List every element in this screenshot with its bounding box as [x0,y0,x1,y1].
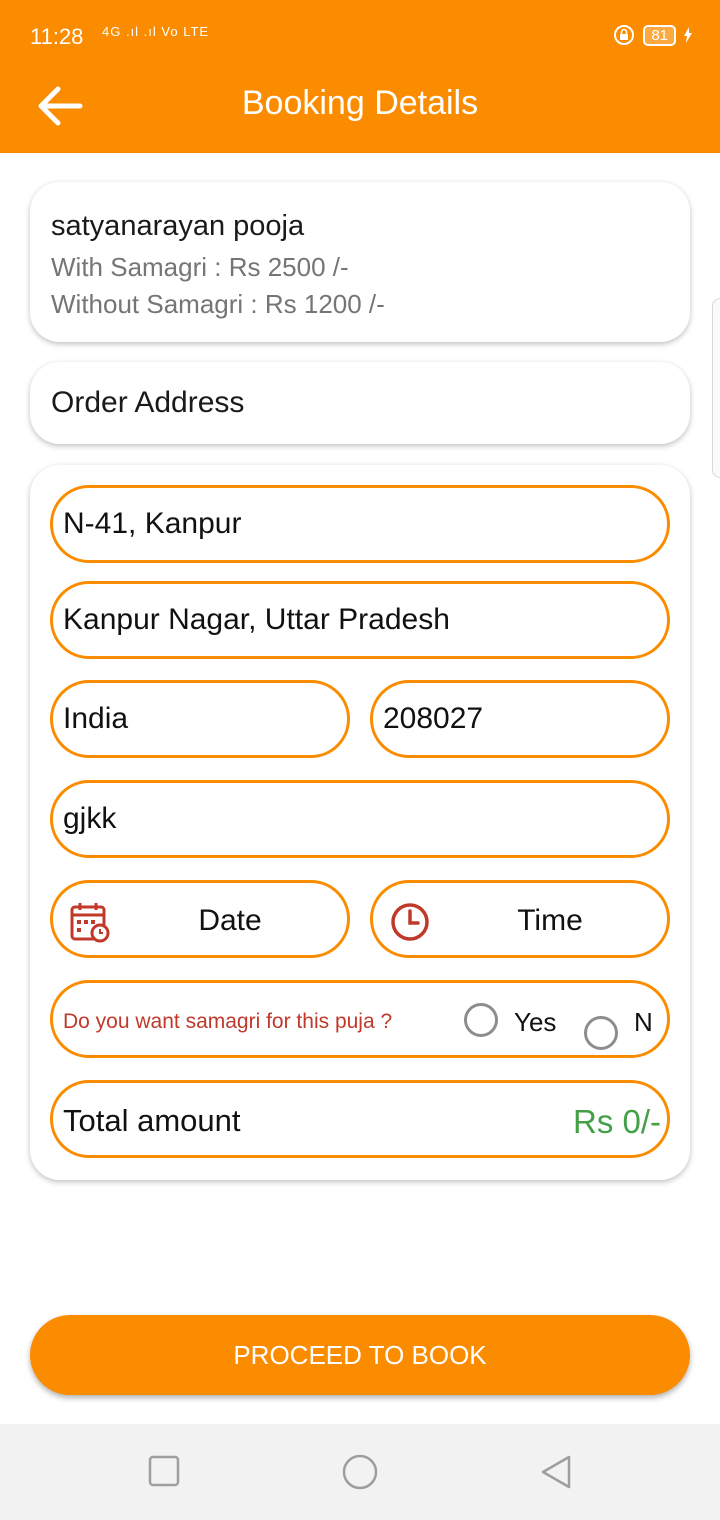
status-time: 11:28 [30,24,84,49]
recents-icon[interactable] [148,1454,180,1488]
pincode-value: 208027 [383,702,484,735]
home-icon[interactable] [340,1454,380,1490]
samagri-yes-label[interactable]: Yes [514,1007,556,1038]
service-name: satyanarayan pooja [51,210,305,242]
total-amount-field: Total amount Rs 0/- [50,1080,670,1158]
date-label: Date [198,904,262,937]
battery-level: 81 [643,24,676,46]
address-line2-value: Kanpur Nagar, Uttar Pradesh [63,603,450,636]
time-picker-button[interactable]: Time [370,880,670,958]
order-address-header: Order Address [30,362,690,444]
system-nav-bar [0,1424,720,1520]
lock-icon [614,25,635,45]
address-line1-value: N-41, Kanpur [63,507,242,540]
price-without-samagri: Without Samagri : Rs 1200 /- [51,289,385,319]
address-line1-field[interactable]: N-41, Kanpur [50,485,670,563]
status-bar: 11:28 4G .ıl .ıl Vo LTE 81 [0,0,720,72]
address-line2-field[interactable]: Kanpur Nagar, Uttar Pradesh [50,581,670,659]
app-bar: 11:28 4G .ıl .ıl Vo LTE 81 Booking Detai… [0,0,720,153]
pincode-field[interactable]: 208027 [370,680,670,758]
landmark-value: gjkk [63,802,117,835]
samagri-question-field: Do you want samagri for this puja ? Yes … [50,980,670,1058]
status-right: 81 [613,24,692,46]
order-address-title: Order Address [51,386,245,419]
scroll-indicator [712,298,720,478]
price-with-samagri: With Samagri : Rs 2500 /- [51,252,349,282]
country-field[interactable]: India [50,680,350,758]
total-amount-label: Total amount [63,1103,241,1138]
network-indicator: 4G .ıl .ıl Vo LTE [102,24,210,39]
charging-icon [684,27,692,43]
samagri-no-radio[interactable] [584,1016,618,1050]
page-title: Booking Details [241,84,479,122]
country-value: India [63,702,129,735]
landmark-field[interactable]: gjkk [50,780,670,858]
address-form-card: N-41, Kanpur Kanpur Nagar, Uttar Pradesh… [30,465,690,1180]
service-card: satyanarayan pooja With Samagri : Rs 250… [30,182,690,342]
samagri-question: Do you want samagri for this puja ? [63,1010,393,1033]
total-amount-value: Rs 0/- [572,1103,661,1140]
samagri-yes-radio[interactable] [464,1003,498,1037]
time-label: Time [517,904,583,937]
back-nav-icon[interactable] [538,1454,574,1490]
date-picker-button[interactable]: Date [50,880,350,958]
samagri-no-label[interactable]: N [634,1007,653,1038]
proceed-to-book-button[interactable]: PROCEED TO BOOK [30,1315,690,1395]
